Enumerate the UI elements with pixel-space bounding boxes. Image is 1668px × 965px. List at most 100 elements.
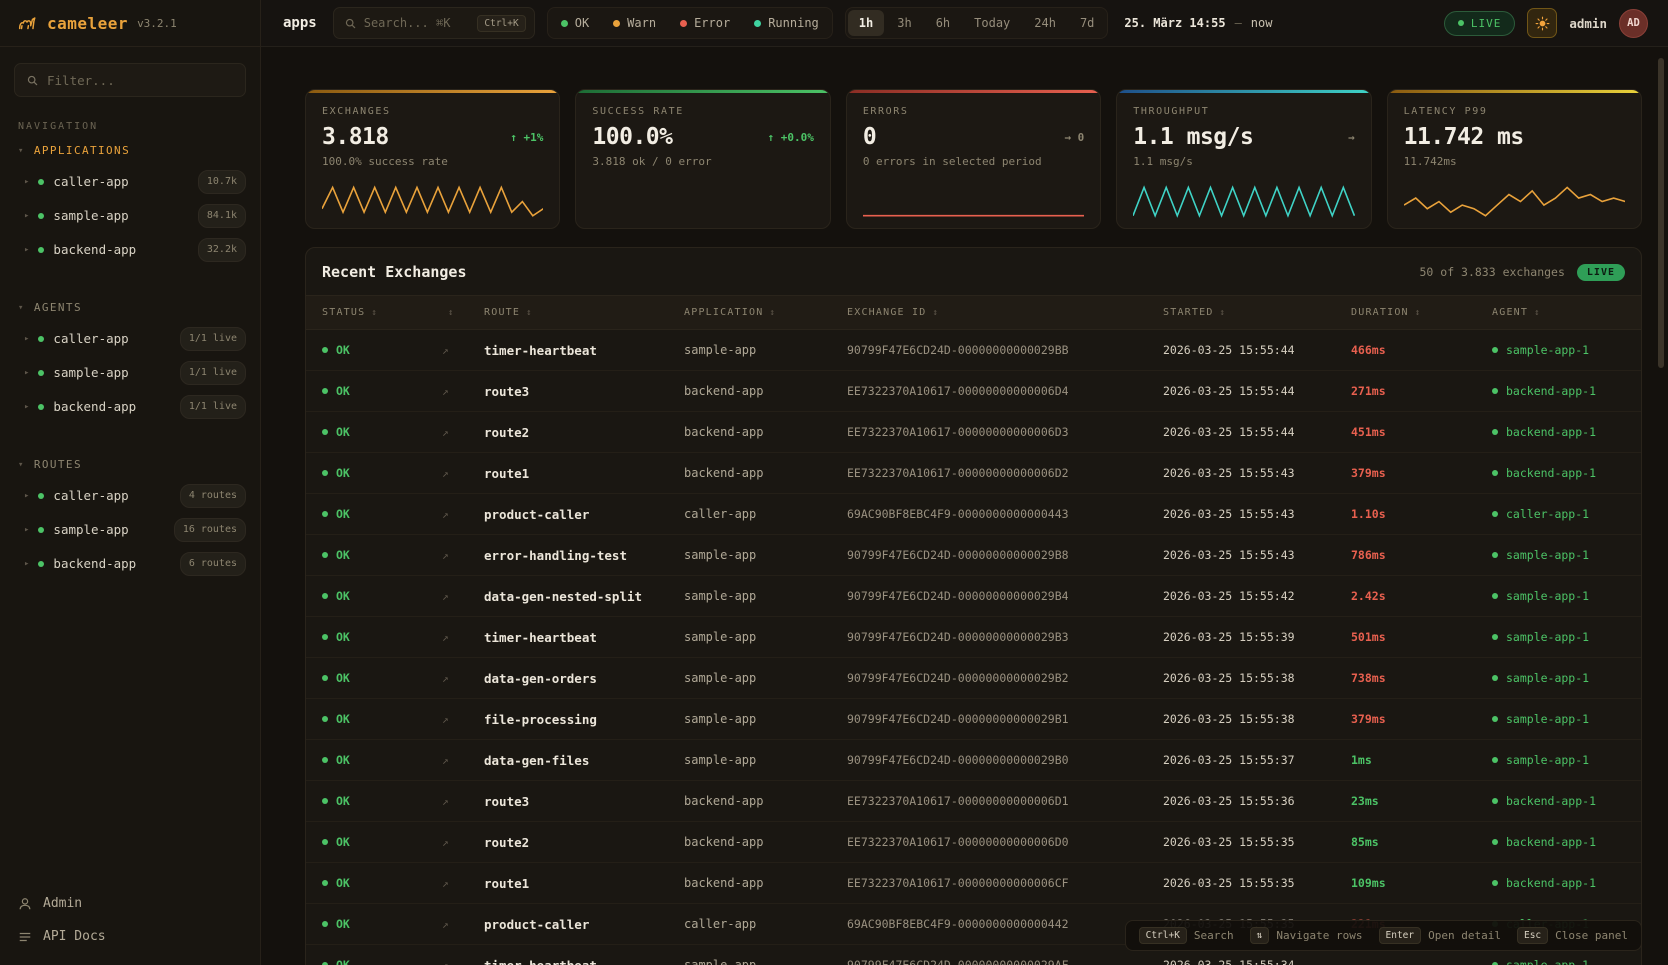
section-title: APPLICATIONS (34, 144, 130, 157)
cell-agent: backend-app-1 (1492, 425, 1625, 439)
route-link-icon[interactable]: ↗ (442, 549, 484, 562)
time-range-1h[interactable]: 1h (848, 10, 884, 36)
filter-chip-ok[interactable]: OK (550, 10, 600, 36)
table-row[interactable]: OK ↗ route2 backend-app EE7322370A10617-… (306, 412, 1641, 453)
global-search[interactable]: Ctrl+K (333, 7, 535, 39)
cell-status: OK (322, 958, 442, 965)
table-row[interactable]: OK ↗ file-processing sample-app 90799F47… (306, 699, 1641, 740)
time-range-6h[interactable]: 6h (925, 10, 961, 36)
hint-open-detail: Enter Open detail (1379, 927, 1501, 944)
stat-card-throughput: THROUGHPUT 1.1 msg/s → 1.1 msg/s (1116, 89, 1371, 229)
route-link-icon[interactable]: ↗ (442, 426, 484, 439)
time-range-3h[interactable]: 3h (886, 10, 922, 36)
route-link-icon[interactable]: ↗ (442, 754, 484, 767)
route-link-icon[interactable]: ↗ (442, 795, 484, 808)
section-header-applications[interactable]: ▾ APPLICATIONS (0, 136, 260, 165)
filter-chip-warn[interactable]: Warn (602, 10, 667, 36)
sidebar-item-api-docs[interactable]: API Docs (0, 920, 260, 953)
column-header-agent[interactable]: AGENT↕ (1492, 307, 1625, 318)
route-link-icon[interactable]: ↗ (442, 590, 484, 603)
table-row[interactable]: OK ↗ timer-heartbeat sample-app 90799F47… (306, 617, 1641, 658)
card-accent-bar (1388, 90, 1641, 93)
live-toggle[interactable]: LIVE (1444, 11, 1516, 36)
live-label: LIVE (1471, 17, 1502, 30)
column-header-duration[interactable]: DURATION↕ (1351, 307, 1492, 318)
search-input[interactable] (364, 16, 471, 30)
username: admin (1569, 16, 1607, 31)
column-header-started[interactable]: STARTED↕ (1163, 307, 1351, 318)
sidebar-item-backend-app[interactable]: ▸ backend-app 32.2k (0, 233, 260, 267)
sidebar-item-agent-backend-app[interactable]: ▸ backend-app 1/1 live (0, 390, 260, 424)
sidebar-filter-input[interactable] (47, 73, 234, 88)
status-dot (38, 493, 44, 499)
sidebar-item-badge: 32.2k (198, 238, 246, 262)
cell-status: OK (322, 589, 442, 603)
route-link-icon[interactable]: ↗ (442, 385, 484, 398)
date-range-picker[interactable]: 25. März 14:55 — now (1124, 16, 1272, 30)
cell-started: 2026-03-25 15:55:44 (1163, 343, 1351, 357)
sidebar-footer-label: API Docs (43, 929, 106, 944)
column-header-route[interactable]: ROUTE↕ (484, 307, 684, 318)
stat-title: THROUGHPUT (1133, 106, 1354, 117)
sidebar-item-routes-caller-app[interactable]: ▸ caller-app 4 routes (0, 479, 260, 513)
sidebar-item-sample-app[interactable]: ▸ sample-app 84.1k (0, 199, 260, 233)
sort-icon: ↕ (1534, 308, 1541, 318)
table-row[interactable]: OK ↗ route3 backend-app EE7322370A10617-… (306, 781, 1641, 822)
sidebar-filter[interactable] (14, 63, 246, 97)
table-row[interactable]: OK ↗ product-caller caller-app 69AC90BF8… (306, 494, 1641, 535)
table-row[interactable]: OK ↗ data-gen-orders sample-app 90799F47… (306, 658, 1641, 699)
cell-exchange-id: EE7322370A10617-00000000000006D1 (847, 794, 1163, 808)
section-header-routes[interactable]: ▾ ROUTES (0, 450, 260, 479)
column-header-application[interactable]: APPLICATION↕ (684, 307, 847, 318)
section-header-agents[interactable]: ▾ AGENTS (0, 293, 260, 322)
sidebar-item-routes-backend-app[interactable]: ▸ backend-app 6 routes (0, 547, 260, 581)
scrollbar-thumb[interactable] (1658, 58, 1664, 368)
sidebar-item-routes-sample-app[interactable]: ▸ sample-app 16 routes (0, 513, 260, 547)
cell-exchange-id: 90799F47E6CD24D-00000000000029AF (847, 958, 1163, 965)
column-header-status[interactable]: STATUS↕ (322, 307, 442, 318)
theme-toggle-button[interactable] (1527, 8, 1557, 38)
time-range-7d[interactable]: 7d (1069, 10, 1105, 36)
time-range-24h[interactable]: 24h (1023, 10, 1067, 36)
route-link-icon[interactable]: ↗ (442, 959, 484, 965)
column-header-expand[interactable]: ↕ (442, 308, 484, 318)
avatar[interactable]: AD (1619, 9, 1648, 38)
sidebar-section-routes: ▾ ROUTES ▸ caller-app 4 routes ▸ sample-… (0, 450, 260, 581)
table-row[interactable]: OK ↗ route2 backend-app EE7322370A10617-… (306, 822, 1641, 863)
filter-chip-running[interactable]: Running (743, 10, 830, 36)
recent-exchanges-panel: Recent Exchanges 50 of 3.833 exchanges L… (305, 247, 1642, 965)
table-row[interactable]: OK ↗ data-gen-nested-split sample-app 90… (306, 576, 1641, 617)
filter-chip-error[interactable]: Error (669, 10, 741, 36)
table-row[interactable]: OK ↗ data-gen-files sample-app 90799F47E… (306, 740, 1641, 781)
time-range-today[interactable]: Today (963, 10, 1021, 36)
route-link-icon[interactable]: ↗ (442, 918, 484, 931)
route-link-icon[interactable]: ↗ (442, 877, 484, 890)
table-row[interactable]: OK ↗ route3 backend-app EE7322370A10617-… (306, 371, 1641, 412)
route-link-icon[interactable]: ↗ (442, 672, 484, 685)
sidebar-item-admin[interactable]: Admin (0, 887, 260, 920)
status-dot (38, 179, 44, 185)
table-row[interactable]: OK ↗ error-handling-test sample-app 9079… (306, 535, 1641, 576)
hint-close-panel: Esc Close panel (1517, 927, 1628, 944)
status-dot (322, 839, 328, 845)
cell-started: 2026-03-25 15:55:34 (1163, 958, 1351, 965)
status-dot (322, 921, 328, 927)
table-row[interactable]: OK ↗ route1 backend-app EE7322370A10617-… (306, 453, 1641, 494)
route-link-icon[interactable]: ↗ (442, 836, 484, 849)
cell-status: OK (322, 876, 442, 890)
table-row[interactable]: OK ↗ timer-heartbeat sample-app 90799F47… (306, 330, 1641, 371)
route-link-icon[interactable]: ↗ (442, 467, 484, 480)
status-dot (322, 347, 328, 353)
route-link-icon[interactable]: ↗ (442, 713, 484, 726)
cell-exchange-id: 90799F47E6CD24D-00000000000029B8 (847, 548, 1163, 562)
cell-started: 2026-03-25 15:55:36 (1163, 794, 1351, 808)
route-link-icon[interactable]: ↗ (442, 508, 484, 521)
table-row[interactable]: OK ↗ route1 backend-app EE7322370A10617-… (306, 863, 1641, 904)
sidebar-item-agent-caller-app[interactable]: ▸ caller-app 1/1 live (0, 322, 260, 356)
route-link-icon[interactable]: ↗ (442, 631, 484, 644)
route-link-icon[interactable]: ↗ (442, 344, 484, 357)
column-header-exchange-id[interactable]: EXCHANGE ID↕ (847, 307, 1163, 318)
sidebar-item-agent-sample-app[interactable]: ▸ sample-app 1/1 live (0, 356, 260, 390)
sidebar-item-caller-app[interactable]: ▸ caller-app 10.7k (0, 165, 260, 199)
cell-status: OK (322, 343, 442, 357)
